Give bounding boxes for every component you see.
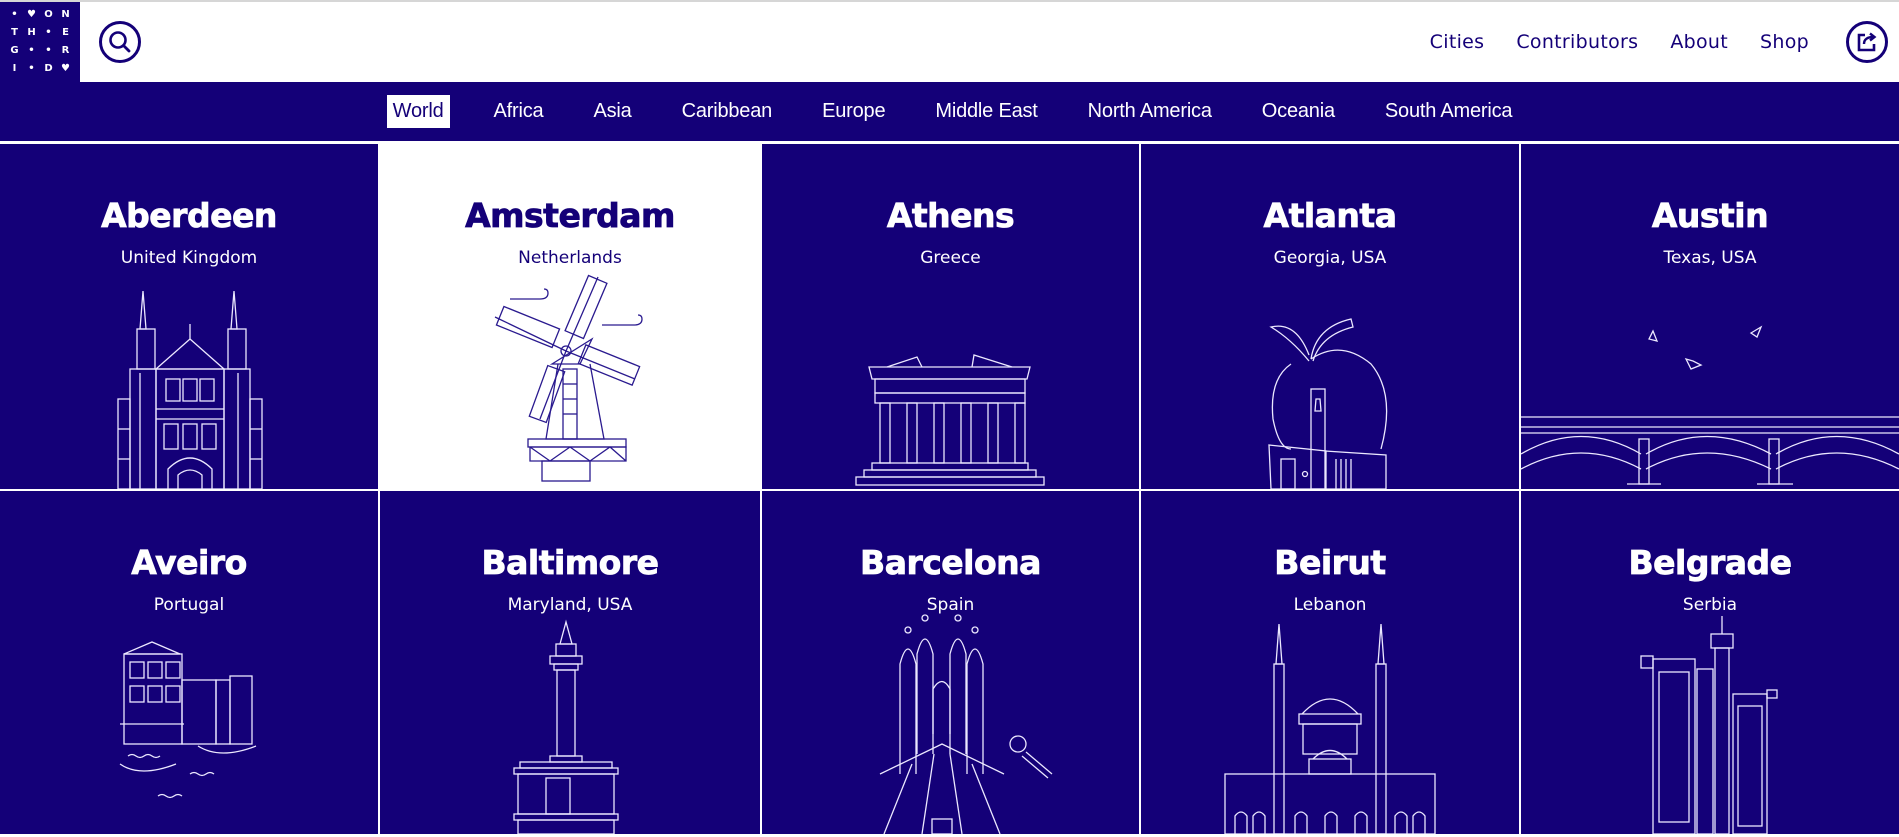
city-country: Maryland, USA <box>507 595 633 615</box>
logo-cell: • <box>45 45 52 56</box>
logo-cell: T <box>11 27 18 38</box>
city-grid: Aberdeen United Kingdom Amsterdam Nether… <box>0 141 1899 837</box>
tab-caribbean[interactable]: Caribbean <box>676 95 779 128</box>
beirut-mosque-illustration <box>1224 623 1436 834</box>
site-header: • ♥ O N T H • E G • • R I • D ♥ Cities C… <box>0 2 1899 82</box>
city-card-barcelona[interactable]: Barcelona Spain <box>762 491 1139 834</box>
logo-cell: E <box>62 27 69 38</box>
baltimore-monument-illustration <box>513 619 619 834</box>
share-icon <box>1857 32 1877 52</box>
austin-bridge-bats-illustration <box>1521 325 1899 485</box>
nav-shop[interactable]: Shop <box>1760 31 1809 53</box>
city-card-athens[interactable]: Athens Greece <box>762 144 1139 489</box>
share-button[interactable] <box>1846 21 1888 63</box>
city-name: Amsterdam <box>465 196 676 236</box>
aberdeen-college-illustration <box>117 290 263 489</box>
logo-cell: ♥ <box>27 9 36 20</box>
logo-cell: R <box>61 45 70 56</box>
city-country: Greece <box>920 248 981 268</box>
city-name: Austin <box>1651 196 1769 236</box>
atlanta-apple-illustration <box>1268 318 1388 489</box>
tab-asia[interactable]: Asia <box>587 95 637 128</box>
barcelona-sagrada-familia-illustration <box>879 614 1053 834</box>
amsterdam-windmill-illustration <box>494 274 643 482</box>
logo-cell: • <box>28 63 35 74</box>
search-button[interactable] <box>99 21 141 63</box>
city-name: Aberdeen <box>101 196 278 236</box>
city-country: United Kingdom <box>120 248 258 268</box>
city-country: Netherlands <box>518 248 622 268</box>
city-name: Beirut <box>1274 543 1387 583</box>
city-name: Baltimore <box>481 543 659 583</box>
city-card-atlanta[interactable]: Atlanta Georgia, USA <box>1141 144 1519 489</box>
tab-south-america[interactable]: South America <box>1379 95 1518 128</box>
city-country: Lebanon <box>1293 595 1367 615</box>
nav-about[interactable]: About <box>1670 31 1728 53</box>
logo-cell: H <box>27 27 36 38</box>
city-country: Portugal <box>153 595 225 615</box>
logo-cell: ♥ <box>61 63 70 74</box>
city-country: Serbia <box>1682 595 1738 615</box>
logo-cell: • <box>11 9 18 20</box>
logo-cell: O <box>44 9 53 20</box>
logo-cell: N <box>61 9 70 20</box>
belgrade-towers-illustration <box>1640 616 1778 834</box>
tab-north-america[interactable]: North America <box>1082 95 1218 128</box>
city-card-austin[interactable]: Austin Texas, USA <box>1521 144 1899 489</box>
city-name: Barcelona <box>860 543 1042 583</box>
city-card-aveiro[interactable]: Aveiro Portugal <box>0 491 378 834</box>
region-filter-bar: World Africa Asia Caribbean Europe Middl… <box>0 82 1899 141</box>
city-card-belgrade[interactable]: Belgrade Serbia <box>1521 491 1899 834</box>
city-name: Athens <box>886 196 1015 236</box>
logo-cell: D <box>44 63 53 74</box>
city-country: Spain <box>926 595 975 615</box>
city-name: Atlanta <box>1263 196 1397 236</box>
tab-world[interactable]: World <box>386 95 450 128</box>
city-name: Aveiro <box>131 543 248 583</box>
logo-cell: • <box>45 27 52 38</box>
city-card-baltimore[interactable]: Baltimore Maryland, USA <box>380 491 760 834</box>
nav-contributors[interactable]: Contributors <box>1516 31 1638 53</box>
search-icon <box>109 31 131 53</box>
tab-europe[interactable]: Europe <box>816 95 891 128</box>
logo[interactable]: • ♥ O N T H • E G • • R I • D ♥ <box>0 2 80 82</box>
city-country: Texas, USA <box>1663 248 1757 268</box>
athens-parthenon-illustration <box>855 354 1045 486</box>
tab-middle-east[interactable]: Middle East <box>929 95 1043 128</box>
city-card-amsterdam[interactable]: Amsterdam Netherlands <box>380 144 760 489</box>
city-card-aberdeen[interactable]: Aberdeen United Kingdom <box>0 144 378 489</box>
tab-oceania[interactable]: Oceania <box>1256 95 1341 128</box>
city-name: Belgrade <box>1628 543 1792 583</box>
city-card-beirut[interactable]: Beirut Lebanon <box>1141 491 1519 834</box>
main-nav: Cities Contributors About Shop <box>1398 2 1809 82</box>
logo-cell: I <box>12 63 17 74</box>
aveiro-canal-houses-illustration <box>119 641 257 799</box>
logo-cell: G <box>10 45 19 56</box>
tab-africa[interactable]: Africa <box>488 95 550 128</box>
city-country: Georgia, USA <box>1273 248 1387 268</box>
logo-cell: • <box>28 45 35 56</box>
nav-cities[interactable]: Cities <box>1430 31 1485 53</box>
